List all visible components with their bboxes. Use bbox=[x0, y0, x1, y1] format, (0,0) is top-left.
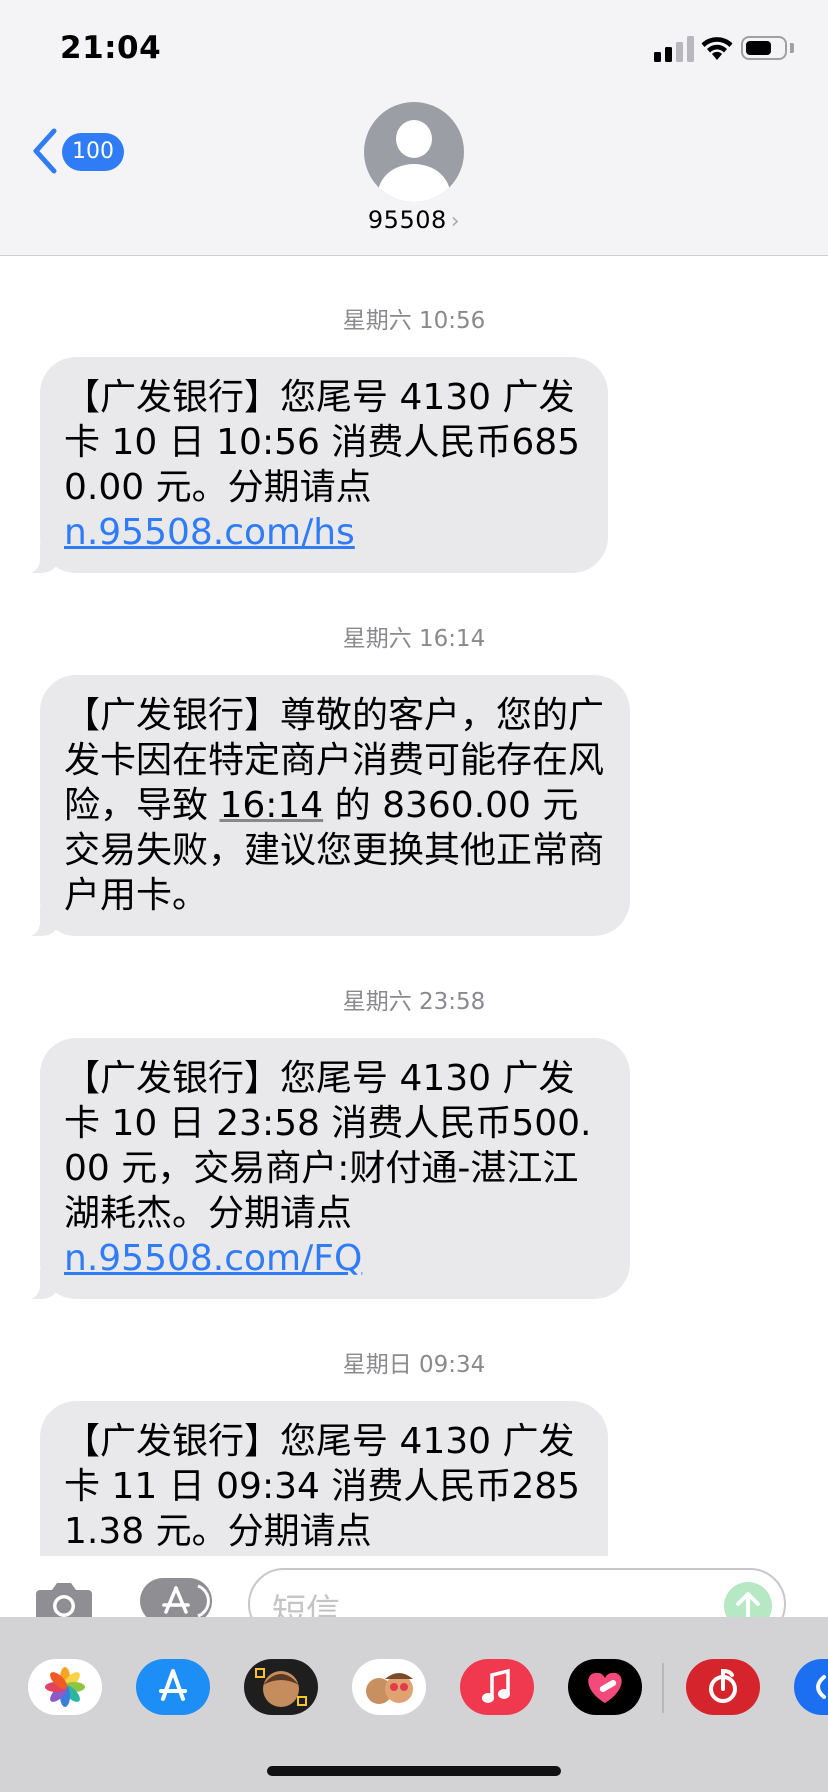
message-bubble[interactable]: 【广发银行】您尾号 4130 广发卡 10 日 23:58 消费人民币500.0… bbox=[18, 1038, 630, 1300]
drawer-divider bbox=[662, 1663, 664, 1713]
back-chevron-icon[interactable] bbox=[30, 128, 60, 174]
netease-music-icon[interactable] bbox=[686, 1659, 760, 1715]
contact-avatar[interactable] bbox=[364, 102, 464, 202]
wifi-icon bbox=[701, 37, 733, 60]
contact-name[interactable]: 95508 › bbox=[0, 206, 828, 234]
battery-icon bbox=[741, 36, 787, 60]
time-data-detector[interactable]: 16:14 bbox=[219, 785, 323, 826]
appstore-drawer-icon[interactable] bbox=[136, 1659, 210, 1715]
message-text: 【广发银行】您尾号 4130 广发卡 10 日 23:58 消费人民币500.0… bbox=[64, 1058, 592, 1234]
heart-icon[interactable] bbox=[568, 1659, 642, 1715]
message-link[interactable]: n.95508.com/hs bbox=[64, 510, 584, 555]
animoji-icon[interactable] bbox=[352, 1659, 426, 1715]
photos-icon[interactable] bbox=[28, 1659, 102, 1715]
back-unread-badge[interactable]: 100 bbox=[62, 133, 124, 171]
home-indicator[interactable] bbox=[267, 1766, 561, 1776]
music-icon[interactable] bbox=[460, 1659, 534, 1715]
message-timestamp: 星期六 16:14 bbox=[342, 626, 486, 652]
memoji-icon[interactable] bbox=[244, 1659, 318, 1715]
message-text: 【广发银行】您尾号 4130 广发卡 11 日 09:34 消费人民币2851.… bbox=[64, 1421, 581, 1552]
message-bubble[interactable]: 【广发银行】您尾号 4130 广发卡 10 日 10:56 消费人民币6850.… bbox=[18, 357, 608, 574]
message-timestamp: 星期六 10:56 bbox=[342, 308, 486, 334]
message-text: 【广发银行】您尾号 4130 广发卡 10 日 10:56 消费人民币6850.… bbox=[64, 377, 581, 508]
chevron-right-icon: › bbox=[450, 209, 461, 234]
cellular-signal-icon bbox=[654, 36, 694, 62]
message-link[interactable]: n.95508.com/FQ bbox=[64, 1236, 606, 1281]
shazam-icon[interactable] bbox=[794, 1659, 828, 1715]
person-icon bbox=[396, 120, 432, 158]
message-timestamp: 星期六 23:58 bbox=[342, 989, 486, 1015]
message-timestamp: 星期日 09:34 bbox=[342, 1352, 486, 1378]
status-time: 21:04 bbox=[60, 30, 162, 66]
message-bubble[interactable]: 【广发银行】尊敬的客户，您的广发卡因在特定商户消费可能存在风险，导致 16:14… bbox=[18, 675, 630, 937]
